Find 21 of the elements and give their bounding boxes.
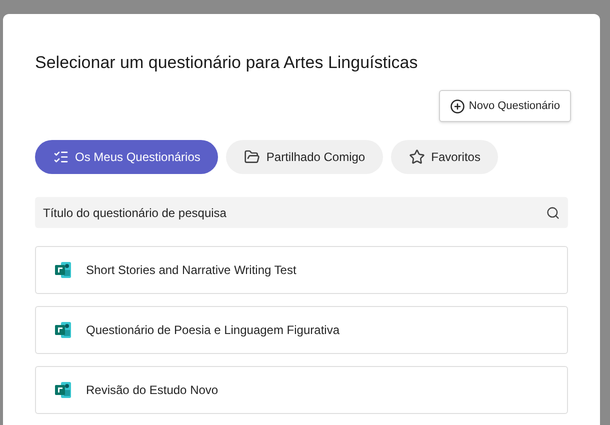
forms-logo-icon <box>54 381 72 399</box>
quiz-title: Questionário de Poesia e Linguagem Figurativa <box>86 322 340 339</box>
quiz-title: Revisão do Estudo Novo <box>86 382 218 399</box>
folder-icon <box>244 149 260 165</box>
forms-logo-icon <box>54 261 72 279</box>
star-icon <box>409 149 426 165</box>
filter-tab[interactable]: Os Meus Questionários <box>35 140 218 174</box>
list-icon <box>53 149 69 165</box>
quiz-title: Short Stories and Narrative Writing Test <box>86 262 296 279</box>
filter-tab[interactable]: Partilhado Comigo <box>226 140 384 174</box>
dialog-title: Selecionar um questionário para Artes Linguísticas <box>35 52 419 74</box>
search-field[interactable]: Título do questionário de pesquisa <box>35 197 568 228</box>
filter-tab[interactable]: Favoritos <box>391 140 498 174</box>
quiz-list-item[interactable]: Short Stories and Narrative Writing Test <box>35 246 568 294</box>
add-form-icon <box>450 98 465 114</box>
search-input[interactable]: Título do questionário de pesquisa <box>43 204 546 222</box>
quiz-list-item[interactable]: Questionário de Poesia e Linguagem Figurativa <box>35 306 568 354</box>
forms-logo-icon <box>54 321 72 339</box>
quiz-list-item[interactable]: Revisão do Estudo Novo <box>35 366 568 414</box>
search-icon <box>546 206 560 220</box>
new-quiz-button[interactable]: Novo Questionário <box>438 90 571 122</box>
